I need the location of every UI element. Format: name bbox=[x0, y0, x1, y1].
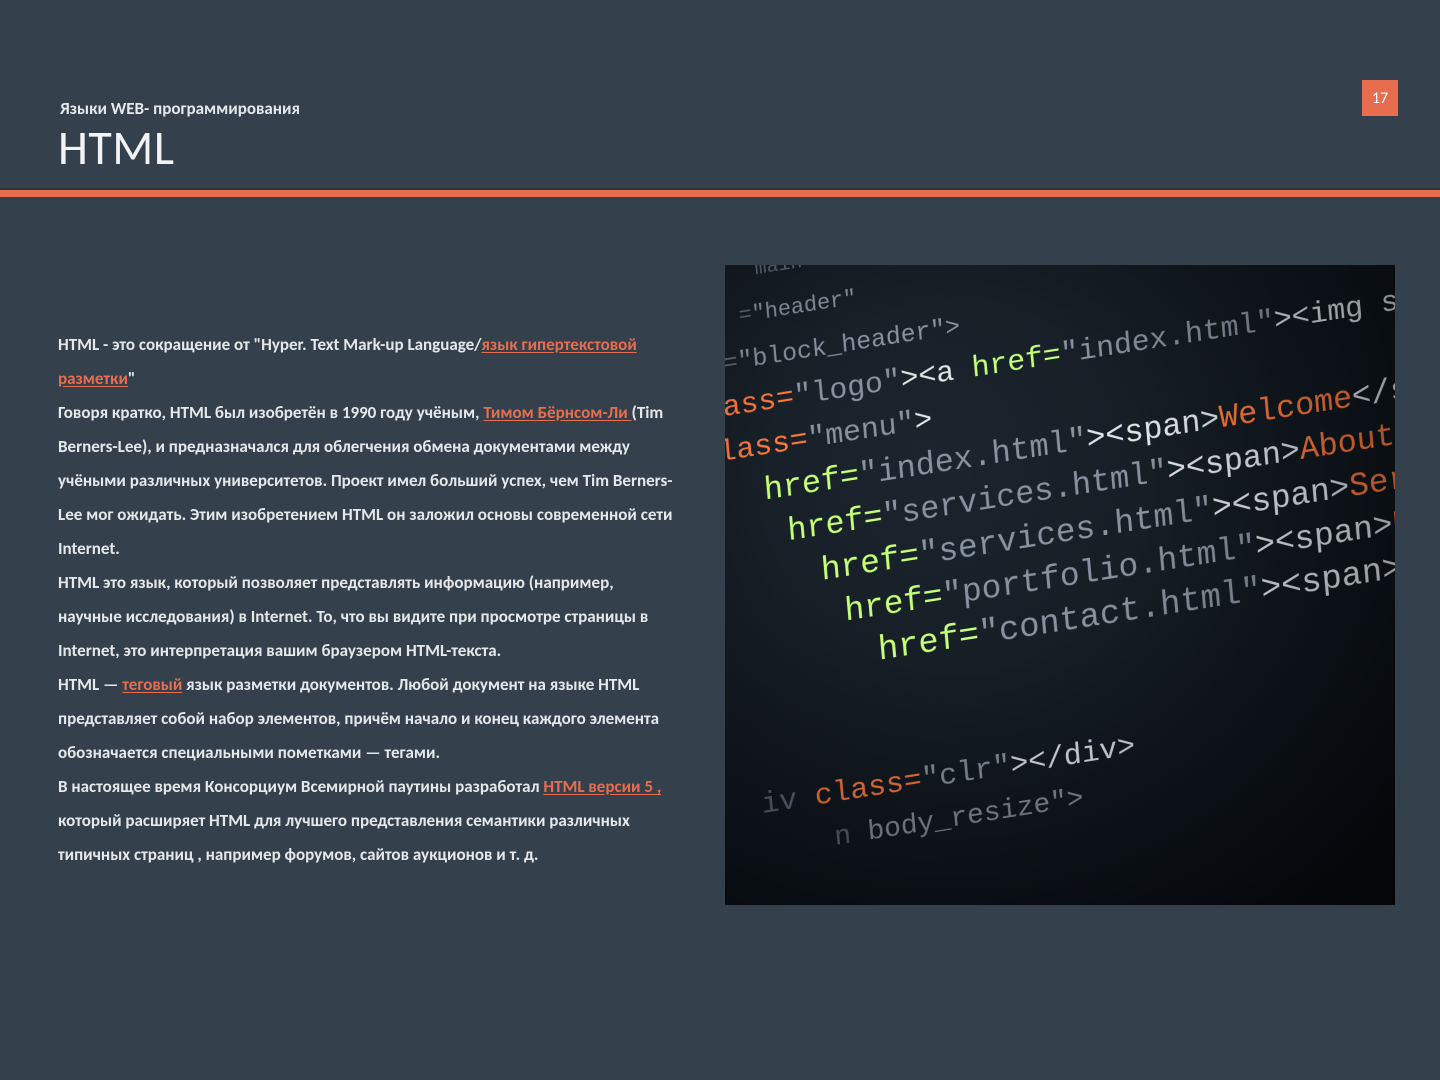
code-screenshot: main"> ="header" ="block_header"> class=… bbox=[725, 265, 1395, 905]
code-r3d: href= bbox=[970, 339, 1062, 387]
body-t1a: HTML - это сокращение от "Hyper. Text Ma… bbox=[58, 334, 481, 355]
code-r3c: ><a bbox=[899, 353, 973, 398]
link-html5[interactable]: HTML версии 5 , bbox=[543, 776, 661, 797]
code-r0: main"> bbox=[754, 265, 827, 281]
page-number-badge: 17 bbox=[1362, 80, 1398, 116]
page-number-text: 17 bbox=[1372, 89, 1388, 108]
accent-rule bbox=[0, 188, 1440, 197]
code-r4c: > bbox=[913, 403, 934, 440]
slide-subtitle: Языки WEB- программирования bbox=[60, 98, 300, 119]
body-t2b: (Tim Berners-Lee), и предназначался для … bbox=[58, 402, 673, 559]
body-t1b: " bbox=[128, 368, 135, 389]
body-t5a: В настоящее время Консорциум Всемирной п… bbox=[58, 776, 543, 797]
code-r5e: </s bbox=[1350, 371, 1395, 417]
body-t4a: HTML — bbox=[58, 674, 122, 695]
link-tim-berners-lee[interactable]: Тимом Бёрнсом-Ли bbox=[483, 402, 631, 423]
slide-title: HTML bbox=[58, 118, 175, 177]
body-t3: HTML это язык, который позволяет предста… bbox=[58, 572, 648, 661]
code-lines: main"> ="header" ="block_header"> class=… bbox=[725, 265, 1395, 892]
link-tag-based[interactable]: теговый bbox=[122, 674, 182, 695]
body-t2a: Говоря кратко, HTML был изобретён в 1990… bbox=[58, 402, 483, 423]
slide: 17 Языки WEB- программирования HTML HTML… bbox=[0, 0, 1440, 1080]
body-text: HTML - это сокращение от "Hyper. Text Ma… bbox=[58, 328, 678, 872]
body-t5b: который расширяет HTML для лучшего предс… bbox=[58, 810, 630, 865]
code-r1: "header" bbox=[751, 286, 858, 327]
